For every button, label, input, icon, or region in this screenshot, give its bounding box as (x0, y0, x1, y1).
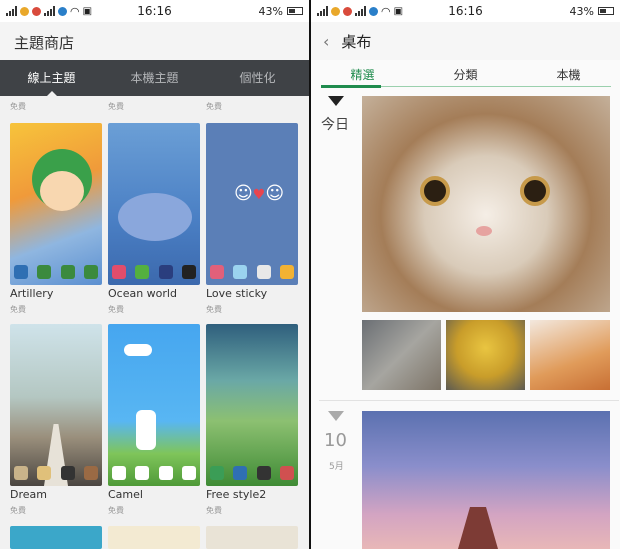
image-icon: ▣ (82, 5, 93, 17)
tab-local-themes[interactable]: 本機主題 (103, 60, 206, 96)
status-icons: ◠ ▣ (6, 5, 92, 18)
divider (319, 400, 619, 401)
app-notification-icon (343, 6, 352, 16)
page-title: 桌布 (341, 32, 372, 51)
price-label: 免費 (10, 305, 26, 314)
dock-icons (14, 265, 98, 279)
price-label: 免費 (108, 305, 124, 314)
page-title: 主題商店 (0, 22, 309, 60)
signal-icon (44, 6, 55, 16)
wifi-icon: ◠ (70, 4, 80, 18)
app-notification-icon (369, 6, 378, 16)
wallpaper-thumb-1[interactable] (362, 320, 441, 390)
date-month: 5月 (329, 462, 344, 472)
theme-thumbnail-dream[interactable] (10, 324, 102, 486)
theme-name: Free style2 (206, 488, 267, 501)
app-notification-icon (331, 6, 340, 16)
wallpaper-thumb-2[interactable] (446, 320, 525, 390)
price-label: 免費 (108, 506, 124, 515)
battery-percent: 43% (569, 4, 594, 18)
tab-bar: 線上主題 本機主題 個性化 (0, 60, 309, 96)
windmill-illustration (458, 507, 498, 549)
couple-doodle: ☺♥☺ (234, 183, 285, 204)
theme-name: Ocean world (108, 287, 177, 300)
date-day: 今日 (321, 117, 349, 133)
price-label: 免費 (10, 506, 26, 515)
signal-icon (6, 6, 17, 16)
wallpaper-cat-main[interactable] (362, 96, 610, 312)
collapse-triangle-icon[interactable] (328, 96, 344, 106)
tab-online-themes[interactable]: 線上主題 (0, 60, 103, 96)
battery-icon (598, 7, 614, 15)
collapse-triangle-icon[interactable] (328, 411, 344, 421)
price-label: 免費 (108, 102, 124, 111)
tab-active-indicator (321, 85, 381, 88)
wallpaper-windmill[interactable] (362, 411, 610, 549)
cat-nose (476, 226, 492, 236)
theme-name: Dream (10, 488, 47, 501)
price-label: 免費 (206, 305, 222, 314)
dock-icons (112, 265, 196, 279)
theme-thumbnail-artillery[interactable] (10, 123, 102, 285)
battery-percent: 43% (258, 4, 283, 18)
theme-thumbnail-love-sticky[interactable]: ☺♥☺ (206, 123, 298, 285)
theme-thumbnail-camel[interactable] (108, 324, 200, 486)
character-face (40, 171, 84, 211)
theme-thumbnail[interactable] (10, 526, 102, 549)
status-bar: ◠ ▣ 16:16 43% (0, 0, 309, 22)
theme-thumbnail-ocean-world[interactable] (108, 123, 200, 285)
cloud-illustration (124, 344, 152, 356)
dock-icons (112, 466, 196, 480)
tab-personalize[interactable]: 個性化 (206, 60, 309, 96)
theme-name: Love sticky (206, 287, 268, 300)
price-label: 免費 (10, 102, 26, 111)
back-arrow-icon[interactable]: ‹ (323, 32, 329, 51)
price-label: 免費 (206, 506, 222, 515)
theme-name: Camel (108, 488, 143, 501)
status-icons: ◠ ▣ (317, 5, 403, 18)
app-notification-icon (32, 6, 41, 16)
status-bar: ◠ ▣ 16:16 43% (311, 0, 620, 22)
dock-icons (14, 466, 98, 480)
dock-icons (210, 466, 294, 480)
dock-icons (210, 265, 294, 279)
cat-eye (520, 176, 550, 206)
theme-thumbnail-free-style2[interactable] (206, 324, 298, 486)
price-label: 免費 (206, 102, 222, 111)
camel-illustration (136, 410, 156, 450)
date-day: 10 (324, 430, 347, 451)
app-notification-icon (20, 6, 29, 16)
theme-thumbnail[interactable] (108, 526, 200, 549)
wallpaper-thumb-3[interactable] (530, 320, 610, 390)
whale-illustration (118, 193, 192, 241)
cat-eye (420, 176, 450, 206)
theme-thumbnail[interactable] (206, 526, 298, 549)
theme-store-screen: ◠ ▣ 16:16 43% 主題商店 線上主題 本機主題 個性化 免費 免費 免… (0, 0, 309, 549)
header: ‹ 桌布 (311, 22, 620, 60)
signal-icon (317, 6, 328, 16)
image-icon: ▣ (393, 5, 404, 17)
wifi-icon: ◠ (381, 4, 391, 18)
battery-icon (287, 7, 303, 15)
signal-icon (355, 6, 366, 16)
app-notification-icon (58, 6, 67, 16)
theme-name: Artillery (10, 287, 54, 300)
wallpaper-screen: ◠ ▣ 16:16 43% ‹ 桌布 精選 分類 本機 今日 10 5月 (311, 0, 620, 549)
